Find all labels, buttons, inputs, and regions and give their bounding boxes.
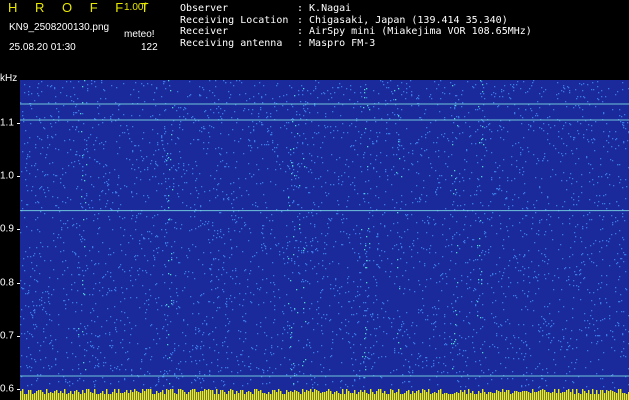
- station-info: Observer: K.Nagai Receiving Location: Ch…: [180, 3, 532, 49]
- file-name: KN9_2508200130.png: [9, 22, 110, 33]
- info-row: Receiving antenna: Maspro FM-3: [180, 37, 376, 49]
- meteo-label: meteo!: [124, 29, 155, 40]
- info-row: Receiving Location: Chigasaki, Japan (13…: [180, 14, 508, 26]
- header: H R O F F T 1.00f KN9_2508200130.png met…: [0, 0, 629, 80]
- spectrogram-canvas: [20, 80, 629, 400]
- info-row: Receiver: AirSpy mini (Miakejima VOR 108…: [180, 26, 532, 37]
- spectrogram: [20, 80, 629, 400]
- spectrogram-background: [20, 80, 629, 400]
- version-label: 1.00f: [124, 2, 147, 13]
- datetime-label: 25.08.20 01:30: [9, 42, 76, 53]
- y-unit-label: kHz: [0, 73, 18, 84]
- count-label: 122: [141, 42, 158, 53]
- info-row: Observer: K.Nagai: [180, 3, 352, 14]
